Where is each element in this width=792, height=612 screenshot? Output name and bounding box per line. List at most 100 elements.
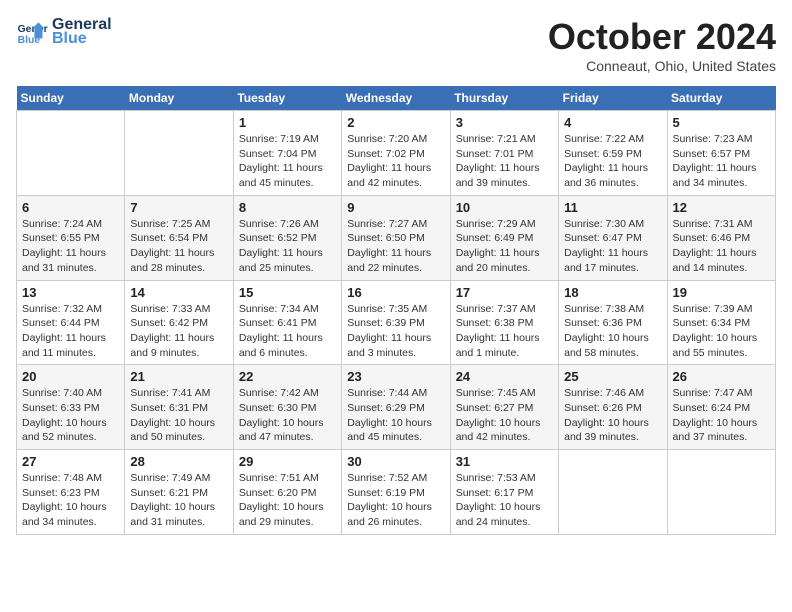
day-detail: Sunrise: 7:42 AM Sunset: 6:30 PM Dayligh… (239, 386, 336, 445)
weekday-header-monday: Monday (125, 86, 233, 111)
day-detail: Sunrise: 7:40 AM Sunset: 6:33 PM Dayligh… (22, 386, 119, 445)
day-number: 22 (239, 369, 336, 384)
calendar-body: 1 Sunrise: 7:19 AM Sunset: 7:04 PM Daylig… (17, 111, 776, 535)
day-number: 24 (456, 369, 553, 384)
day-number: 16 (347, 285, 444, 300)
day-detail: Sunrise: 7:22 AM Sunset: 6:59 PM Dayligh… (564, 132, 661, 191)
day-detail: Sunrise: 7:49 AM Sunset: 6:21 PM Dayligh… (130, 471, 227, 530)
month-title: October 2024 (548, 16, 776, 58)
day-number: 9 (347, 200, 444, 215)
calendar-cell: 6Sunrise: 7:24 AM Sunset: 6:55 PM Daylig… (17, 195, 125, 280)
calendar-cell (17, 111, 125, 196)
day-number: 10 (456, 200, 553, 215)
calendar-week-row: 27Sunrise: 7:48 AM Sunset: 6:23 PM Dayli… (17, 450, 776, 535)
calendar-cell: 20 Sunrise: 7:40 AM Sunset: 6:33 PM Dayli… (17, 365, 125, 450)
day-number: 21 (130, 369, 227, 384)
day-detail: Sunrise: 7:35 AM Sunset: 6:39 PM Dayligh… (347, 302, 444, 361)
calendar-cell: 10 Sunrise: 7:29 AM Sunset: 6:49 PM Dayli… (450, 195, 558, 280)
calendar-cell: 22 Sunrise: 7:42 AM Sunset: 6:30 PM Dayli… (233, 365, 341, 450)
calendar-header: SundayMondayTuesdayWednesdayThursdayFrid… (17, 86, 776, 111)
weekday-header-friday: Friday (559, 86, 667, 111)
calendar-cell: 25 Sunrise: 7:46 AM Sunset: 6:26 PM Dayli… (559, 365, 667, 450)
day-number: 4 (564, 115, 661, 130)
calendar-table: SundayMondayTuesdayWednesdayThursdayFrid… (16, 86, 776, 535)
calendar-cell: 1 Sunrise: 7:19 AM Sunset: 7:04 PM Daylig… (233, 111, 341, 196)
calendar-cell: 18Sunrise: 7:38 AM Sunset: 6:36 PM Dayli… (559, 280, 667, 365)
calendar-cell: 24 Sunrise: 7:45 AM Sunset: 6:27 PM Dayli… (450, 365, 558, 450)
calendar-cell: 19Sunrise: 7:39 AM Sunset: 6:34 PM Dayli… (667, 280, 775, 365)
day-detail: Sunrise: 7:53 AM Sunset: 6:17 PM Dayligh… (456, 471, 553, 530)
day-number: 14 (130, 285, 227, 300)
calendar-cell: 23 Sunrise: 7:44 AM Sunset: 6:29 PM Dayli… (342, 365, 450, 450)
day-detail: Sunrise: 7:20 AM Sunset: 7:02 PM Dayligh… (347, 132, 444, 191)
day-number: 5 (673, 115, 770, 130)
calendar-cell: 16 Sunrise: 7:35 AM Sunset: 6:39 PM Dayli… (342, 280, 450, 365)
day-detail: Sunrise: 7:51 AM Sunset: 6:20 PM Dayligh… (239, 471, 336, 530)
calendar-week-row: 6Sunrise: 7:24 AM Sunset: 6:55 PM Daylig… (17, 195, 776, 280)
day-number: 12 (673, 200, 770, 215)
day-detail: Sunrise: 7:30 AM Sunset: 6:47 PM Dayligh… (564, 217, 661, 276)
title-block: October 2024 Conneaut, Ohio, United Stat… (548, 16, 776, 74)
day-number: 11 (564, 200, 661, 215)
day-detail: Sunrise: 7:41 AM Sunset: 6:31 PM Dayligh… (130, 386, 227, 445)
day-number: 3 (456, 115, 553, 130)
calendar-cell: 14 Sunrise: 7:33 AM Sunset: 6:42 PM Dayli… (125, 280, 233, 365)
day-detail: Sunrise: 7:44 AM Sunset: 6:29 PM Dayligh… (347, 386, 444, 445)
day-detail: Sunrise: 7:48 AM Sunset: 6:23 PM Dayligh… (22, 471, 119, 530)
day-detail: Sunrise: 7:52 AM Sunset: 6:19 PM Dayligh… (347, 471, 444, 530)
calendar-cell: 3 Sunrise: 7:21 AM Sunset: 7:01 PM Daylig… (450, 111, 558, 196)
logo-line2: Blue (52, 30, 87, 48)
location-subtitle: Conneaut, Ohio, United States (548, 58, 776, 74)
day-number: 29 (239, 454, 336, 469)
calendar-cell: 21 Sunrise: 7:41 AM Sunset: 6:31 PM Dayli… (125, 365, 233, 450)
day-detail: Sunrise: 7:39 AM Sunset: 6:34 PM Dayligh… (673, 302, 770, 361)
day-detail: Sunrise: 7:21 AM Sunset: 7:01 PM Dayligh… (456, 132, 553, 191)
day-detail: Sunrise: 7:47 AM Sunset: 6:24 PM Dayligh… (673, 386, 770, 445)
day-number: 20 (22, 369, 119, 384)
calendar-cell: 31 Sunrise: 7:53 AM Sunset: 6:17 PM Dayli… (450, 450, 558, 535)
day-number: 1 (239, 115, 336, 130)
calendar-cell: 7Sunrise: 7:25 AM Sunset: 6:54 PM Daylig… (125, 195, 233, 280)
weekday-header-tuesday: Tuesday (233, 86, 341, 111)
calendar-cell: 2Sunrise: 7:20 AM Sunset: 7:02 PM Daylig… (342, 111, 450, 196)
calendar-cell (667, 450, 775, 535)
day-detail: Sunrise: 7:46 AM Sunset: 6:26 PM Dayligh… (564, 386, 661, 445)
day-detail: Sunrise: 7:37 AM Sunset: 6:38 PM Dayligh… (456, 302, 553, 361)
day-number: 17 (456, 285, 553, 300)
day-detail: Sunrise: 7:29 AM Sunset: 6:49 PM Dayligh… (456, 217, 553, 276)
calendar-cell: 29 Sunrise: 7:51 AM Sunset: 6:20 PM Dayli… (233, 450, 341, 535)
calendar-cell: 26 Sunrise: 7:47 AM Sunset: 6:24 PM Dayli… (667, 365, 775, 450)
day-detail: Sunrise: 7:33 AM Sunset: 6:42 PM Dayligh… (130, 302, 227, 361)
weekday-header-row: SundayMondayTuesdayWednesdayThursdayFrid… (17, 86, 776, 111)
day-number: 23 (347, 369, 444, 384)
calendar-cell (125, 111, 233, 196)
calendar-week-row: 20 Sunrise: 7:40 AM Sunset: 6:33 PM Dayli… (17, 365, 776, 450)
day-detail: Sunrise: 7:26 AM Sunset: 6:52 PM Dayligh… (239, 217, 336, 276)
day-number: 26 (673, 369, 770, 384)
day-number: 30 (347, 454, 444, 469)
calendar-cell: 8 Sunrise: 7:26 AM Sunset: 6:52 PM Daylig… (233, 195, 341, 280)
day-number: 28 (130, 454, 227, 469)
calendar-cell: 4 Sunrise: 7:22 AM Sunset: 6:59 PM Daylig… (559, 111, 667, 196)
day-detail: Sunrise: 7:34 AM Sunset: 6:41 PM Dayligh… (239, 302, 336, 361)
day-number: 31 (456, 454, 553, 469)
calendar-cell: 17 Sunrise: 7:37 AM Sunset: 6:38 PM Dayli… (450, 280, 558, 365)
day-number: 8 (239, 200, 336, 215)
day-number: 25 (564, 369, 661, 384)
calendar-cell: 13Sunrise: 7:32 AM Sunset: 6:44 PM Dayli… (17, 280, 125, 365)
calendar-cell: 15 Sunrise: 7:34 AM Sunset: 6:41 PM Dayli… (233, 280, 341, 365)
day-detail: Sunrise: 7:19 AM Sunset: 7:04 PM Dayligh… (239, 132, 336, 191)
day-detail: Sunrise: 7:45 AM Sunset: 6:27 PM Dayligh… (456, 386, 553, 445)
day-number: 15 (239, 285, 336, 300)
calendar-cell: 12 Sunrise: 7:31 AM Sunset: 6:46 PM Dayli… (667, 195, 775, 280)
calendar-cell (559, 450, 667, 535)
logo: General Blue General Blue (16, 16, 112, 48)
day-detail: Sunrise: 7:31 AM Sunset: 6:46 PM Dayligh… (673, 217, 770, 276)
day-number: 13 (22, 285, 119, 300)
day-number: 7 (130, 200, 227, 215)
calendar-cell: 9Sunrise: 7:27 AM Sunset: 6:50 PM Daylig… (342, 195, 450, 280)
calendar-week-row: 13Sunrise: 7:32 AM Sunset: 6:44 PM Dayli… (17, 280, 776, 365)
day-detail: Sunrise: 7:24 AM Sunset: 6:55 PM Dayligh… (22, 217, 119, 276)
day-number: 18 (564, 285, 661, 300)
calendar-cell: 28 Sunrise: 7:49 AM Sunset: 6:21 PM Dayli… (125, 450, 233, 535)
